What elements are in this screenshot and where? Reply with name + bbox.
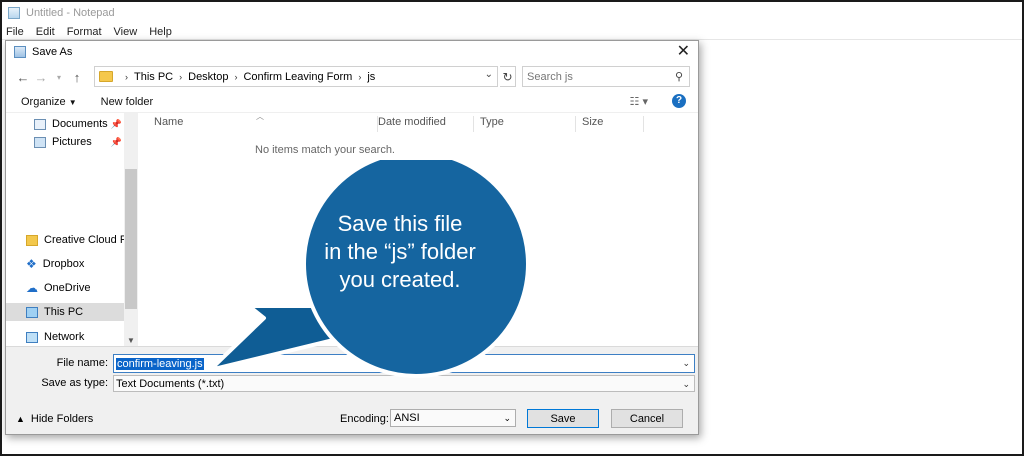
column-headers: Name ︿ Date modified Type Size (140, 112, 646, 133)
nav-item-label: Documents (52, 118, 108, 130)
encoding-value: ANSI (394, 412, 420, 424)
nav-item-documents[interactable]: Documents 📌 (34, 115, 124, 133)
search-icon: ⚲ (674, 71, 683, 83)
save-button[interactable]: Save (527, 409, 599, 428)
caret-up-icon: ▲ (16, 414, 25, 424)
breadcrumb-chevron-icon[interactable]: › (358, 72, 361, 82)
nav-scrollbar[interactable]: ▼ (124, 113, 138, 346)
save-as-type-value: Text Documents (*.txt) (116, 377, 225, 390)
notepad-menubar: File Edit Format View Help (2, 24, 1022, 40)
new-folder-button[interactable]: New folder (101, 96, 154, 108)
refresh-icon[interactable]: ↻ (500, 66, 516, 87)
menu-file[interactable]: File (6, 26, 24, 38)
sort-arrow-icon: ︿ (256, 112, 264, 121)
nav-item-onedrive[interactable]: ☁ OneDrive (26, 279, 124, 297)
save-as-icon (14, 46, 26, 58)
menu-format[interactable]: Format (67, 26, 102, 38)
recent-locations-chevron-icon[interactable]: ▾ (50, 73, 68, 82)
encoding-select[interactable]: ANSI ⌄ (390, 409, 516, 427)
nav-item-label: Network (44, 331, 85, 343)
file-name-input[interactable]: confirm-leaving.js ⌄ (113, 354, 695, 373)
pictures-icon (34, 136, 46, 148)
callout-text: Save this file in the “js” folder you cr… (300, 210, 500, 294)
chevron-down-icon[interactable]: ▼ (127, 336, 135, 345)
documents-icon (34, 118, 46, 130)
breadcrumb-js[interactable]: js (367, 71, 375, 83)
save-as-type-label: Save as type: (41, 377, 108, 389)
nav-item-label: Pictures (52, 136, 92, 148)
scroll-thumb[interactable] (125, 169, 137, 309)
file-name-value: confirm-leaving.js (116, 357, 204, 370)
chevron-down-icon[interactable]: ⌄ (503, 413, 511, 424)
dialog-toolbar: Organize ▼ New folder ☷ ▾ ? (6, 91, 698, 113)
nav-item-creative-cloud[interactable]: Creative Cloud Fil (26, 231, 124, 249)
notepad-title: Untitled - Notepad (26, 7, 115, 19)
column-date-modified[interactable]: Date modified (372, 116, 474, 132)
dropbox-icon: ❖ (26, 256, 37, 271)
pin-icon: 📌 (110, 136, 122, 147)
chevron-down-icon[interactable]: ⌄ (485, 69, 493, 80)
onedrive-icon: ☁ (26, 280, 38, 295)
pin-icon: 📌 (110, 118, 122, 129)
nav-item-pictures[interactable]: Pictures 📌 (34, 133, 124, 151)
empty-message: No items match your search. (255, 144, 395, 156)
menu-view[interactable]: View (114, 26, 138, 38)
nav-item-this-pc[interactable]: This PC (6, 303, 124, 321)
up-arrow-icon[interactable]: ↑ (68, 70, 86, 85)
breadcrumb-chevron-icon[interactable]: › (234, 72, 237, 82)
computer-icon (26, 306, 38, 318)
folder-icon (99, 71, 113, 82)
creative-cloud-icon (26, 234, 38, 246)
breadcrumb-this-pc[interactable]: This PC (134, 71, 173, 83)
view-options-icon[interactable]: ☷ ▾ (630, 95, 648, 108)
help-icon[interactable]: ? (672, 94, 686, 108)
encoding-label: Encoding: (340, 413, 389, 425)
hide-folders-button[interactable]: ▲ Hide Folders (16, 413, 93, 425)
search-input[interactable]: Search js ⚲ (522, 66, 690, 87)
notepad-icon (8, 7, 20, 19)
nav-item-label: This PC (44, 306, 84, 318)
organize-label: Organize (21, 95, 66, 108)
forward-arrow-icon[interactable]: → (32, 70, 50, 85)
menu-edit[interactable]: Edit (36, 26, 55, 38)
nav-item-label: Dropbox (42, 258, 85, 270)
chevron-down-icon[interactable]: ⌄ (682, 379, 690, 390)
cancel-button[interactable]: Cancel (611, 409, 683, 428)
breadcrumb-chevron-icon[interactable]: › (125, 72, 128, 82)
close-icon[interactable]: ✕ (677, 43, 690, 61)
search-placeholder: Search js (527, 70, 573, 83)
breadcrumb-desktop[interactable]: Desktop (188, 71, 228, 83)
organize-button[interactable]: Organize ▼ (21, 96, 77, 108)
save-options-panel: File name: confirm-leaving.js ⌄ Save as … (6, 346, 698, 434)
dialog-titlebar: Save As ✕ (6, 41, 698, 63)
callout-line-2: in the “js” folder (324, 239, 476, 264)
nav-item-label: OneDrive (44, 282, 91, 294)
hide-folders-label: Hide Folders (30, 413, 94, 425)
navigation-pane: Documents 📌 Pictures 📌 Creative Cloud Fi… (6, 113, 138, 346)
chevron-down-icon[interactable]: ⌄ (682, 358, 690, 369)
callout-line-3: you created. (339, 267, 461, 292)
notepad-titlebar: Untitled - Notepad (2, 2, 1022, 24)
address-bar[interactable]: › This PC › Desktop › Confirm Leaving Fo… (94, 66, 498, 87)
column-type[interactable]: Type (474, 116, 576, 132)
navigation-bar: ← → ▾ ↑ › This PC › Desktop › Confirm Le… (6, 63, 698, 91)
nav-item-label: Creative Cloud Fil (44, 234, 124, 246)
column-size[interactable]: Size (576, 116, 644, 132)
breadcrumb-confirm-leaving-form[interactable]: Confirm Leaving Form (243, 71, 352, 83)
network-icon (26, 331, 38, 343)
callout-line-1: Save this file (337, 211, 463, 236)
nav-item-dropbox[interactable]: ❖ Dropbox (26, 255, 124, 273)
nav-item-network[interactable]: Network (26, 328, 124, 346)
back-arrow-icon[interactable]: ← (14, 70, 32, 85)
breadcrumb-chevron-icon[interactable]: › (179, 72, 182, 82)
save-as-type-select[interactable]: Text Documents (*.txt) ⌄ (113, 375, 695, 392)
dialog-title: Save As (32, 46, 73, 58)
file-name-label: File name: (56, 357, 108, 369)
chevron-down-icon: ▼ (68, 97, 77, 107)
menu-help[interactable]: Help (149, 26, 172, 38)
